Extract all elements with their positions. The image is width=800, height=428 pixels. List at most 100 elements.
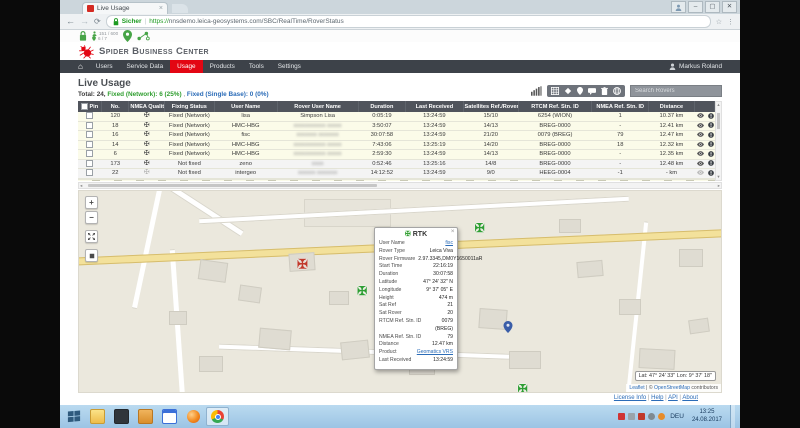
window-minimize-button[interactable]: –	[688, 1, 703, 13]
fit-extent-button[interactable]	[85, 230, 98, 243]
globe-icon[interactable]	[613, 87, 621, 95]
table-row[interactable]: 16 ✠ Fixed (Network) fisc xxxxxxx xxxxxx…	[78, 131, 715, 141]
table-row[interactable]: 22 ✠ Not fixed intergeo xxxxxx xxxxxxx 1…	[78, 169, 715, 179]
nav-item-tools[interactable]: Tools	[242, 60, 271, 73]
nav-item-settings[interactable]: Settings	[271, 60, 308, 73]
map[interactable]: + − × ✠ RTK User N	[78, 190, 722, 393]
scroll-down-arrow[interactable]: ▼	[716, 174, 721, 180]
tray-icon-5[interactable]	[658, 413, 665, 420]
header-rover-user-name[interactable]: Rover User Name	[277, 101, 358, 112]
home-icon[interactable]: ⌂	[78, 60, 89, 73]
row-checkbox[interactable]	[86, 131, 93, 138]
taskbar-app-1[interactable]	[110, 407, 133, 426]
table-horizontal-scrollbar[interactable]: ◂ ▸	[78, 182, 722, 189]
view-on-map-icon[interactable]	[697, 113, 704, 118]
scroll-left-arrow[interactable]: ◂	[80, 183, 82, 188]
leaflet-link[interactable]: Leaflet	[629, 385, 644, 391]
zoom-out-button[interactable]: −	[85, 211, 98, 224]
view-on-map-icon[interactable]	[697, 123, 704, 128]
network-links-button[interactable]	[137, 31, 150, 41]
tray-icon-3[interactable]	[638, 413, 645, 420]
table-row[interactable]: 173 ✠ Not fixed zeno xxxx 0:52:46 13:25:…	[78, 159, 715, 169]
tray-icon-1[interactable]	[618, 413, 625, 420]
taskbar-file-explorer[interactable]	[86, 407, 109, 426]
diamond-icon[interactable]	[564, 87, 572, 95]
select-all-checkbox[interactable]	[81, 103, 88, 110]
row-checkbox[interactable]	[86, 160, 93, 167]
header-pin[interactable]: Pin	[78, 101, 102, 112]
table-vertical-scrollbar[interactable]: ▲ ▼	[715, 101, 722, 181]
scroll-right-arrow[interactable]: ▸	[718, 183, 720, 188]
bookmark-star-icon[interactable]: ☆	[716, 18, 722, 26]
trash-icon[interactable]	[601, 87, 608, 95]
horizontal-scroll-thumb[interactable]	[88, 184, 377, 187]
message-icon[interactable]	[708, 170, 714, 176]
reload-icon[interactable]: ⟳	[94, 17, 101, 26]
browser-tab[interactable]: Live Usage ×	[82, 2, 168, 14]
popup-close-icon[interactable]: ×	[451, 229, 455, 235]
tray-icon-4[interactable]	[648, 413, 655, 420]
message-icon[interactable]	[708, 113, 714, 119]
header-duration[interactable]: Duration	[358, 101, 406, 112]
nav-item-products[interactable]: Products	[203, 60, 242, 73]
header-no[interactable]: No.	[102, 101, 129, 112]
grid-icon[interactable]	[551, 87, 559, 95]
start-button[interactable]	[63, 407, 85, 426]
table-row[interactable]: 6 ✠ Fixed (Network) HMC-HBG xxxxxxxxxxx …	[78, 150, 715, 160]
header-fixing-status[interactable]: Fixing Status	[165, 101, 215, 112]
map-pin-icon[interactable]	[577, 87, 583, 95]
vertical-scroll-thumb[interactable]	[717, 113, 720, 129]
message-icon[interactable]	[708, 132, 714, 138]
view-on-map-icon[interactable]	[697, 132, 704, 137]
osm-link[interactable]: OpenStreetMap	[654, 385, 690, 391]
row-checkbox[interactable]	[86, 141, 93, 148]
table-row[interactable]: 18 ✠ Fixed (Network) HMC-HBG xxxxxxxxxxx…	[78, 121, 715, 131]
header-rtcm-ref[interactable]: RTCM Ref. Stn. ID	[518, 101, 591, 112]
taskbar-app-2[interactable]	[134, 407, 157, 426]
message-icon[interactable]	[708, 160, 714, 166]
header-nmea-ref[interactable]: NMEA Ref. Stn. ID	[592, 101, 649, 112]
view-on-map-icon[interactable]	[697, 142, 704, 147]
header-nmea-quality[interactable]: NMEA Quality	[129, 101, 165, 112]
api-link[interactable]: API	[668, 395, 678, 401]
header-distance[interactable]: Distance	[649, 101, 694, 112]
rover-cross-marker[interactable]: ✠	[357, 285, 367, 297]
window-close-button[interactable]: ✕	[722, 1, 737, 13]
taskbar-chrome-active[interactable]	[206, 407, 229, 426]
browser-menu-icon[interactable]: ⋮	[727, 18, 734, 26]
url-bar[interactable]: Sicher | https://nnsdemo.leica-geosystem…	[106, 15, 711, 28]
scroll-up-arrow[interactable]: ▲	[716, 102, 721, 108]
nav-item-users[interactable]: Users	[89, 60, 120, 73]
rover-cross-marker[interactable]: ✠	[297, 257, 308, 270]
header-satellites[interactable]: Satellites Ref./Rover	[463, 101, 518, 112]
table-row[interactable]: 120 ✠ Fixed (Network) lisa Simpson Lisa …	[78, 112, 715, 121]
nav-item-service-data[interactable]: Service Data	[120, 60, 171, 73]
keyboard-language[interactable]: DEU	[670, 413, 684, 420]
layers-button[interactable]	[85, 249, 98, 262]
search-rovers-input[interactable]	[630, 85, 722, 97]
taskbar-app-3[interactable]	[158, 407, 181, 426]
taskbar-firefox[interactable]	[182, 407, 205, 426]
row-checkbox[interactable]	[86, 122, 93, 129]
rover-cross-marker[interactable]: ✠	[475, 222, 485, 234]
back-icon[interactable]: ←	[66, 17, 75, 26]
user-menu[interactable]: Markus Roland	[669, 63, 722, 70]
window-maximize-button[interactable]: ▢	[705, 1, 720, 13]
row-checkbox[interactable]	[86, 112, 93, 119]
base-pin-marker[interactable]	[504, 321, 513, 337]
rover-cross-marker[interactable]: ✠	[518, 383, 528, 393]
message-icon[interactable]	[708, 122, 714, 128]
license-info-link[interactable]: License Info	[614, 395, 646, 401]
column-chart-icon[interactable]	[531, 86, 542, 96]
tray-icon-2[interactable]	[628, 413, 635, 420]
message-icon[interactable]	[708, 151, 714, 157]
popup-row-value[interactable]: fisc	[408, 240, 453, 248]
nav-item-usage[interactable]: Usage	[170, 60, 202, 73]
show-desktop-button[interactable]	[730, 405, 735, 428]
zoom-in-button[interactable]: +	[85, 196, 98, 209]
header-last-received[interactable]: Last Received	[406, 101, 463, 112]
taskbar-clock[interactable]: 13:2524.08.2017	[689, 409, 725, 424]
help-link[interactable]: Help	[651, 395, 663, 401]
chat-icon[interactable]	[588, 88, 596, 95]
popup-row-value[interactable]: Geomatics VRS	[400, 349, 453, 357]
